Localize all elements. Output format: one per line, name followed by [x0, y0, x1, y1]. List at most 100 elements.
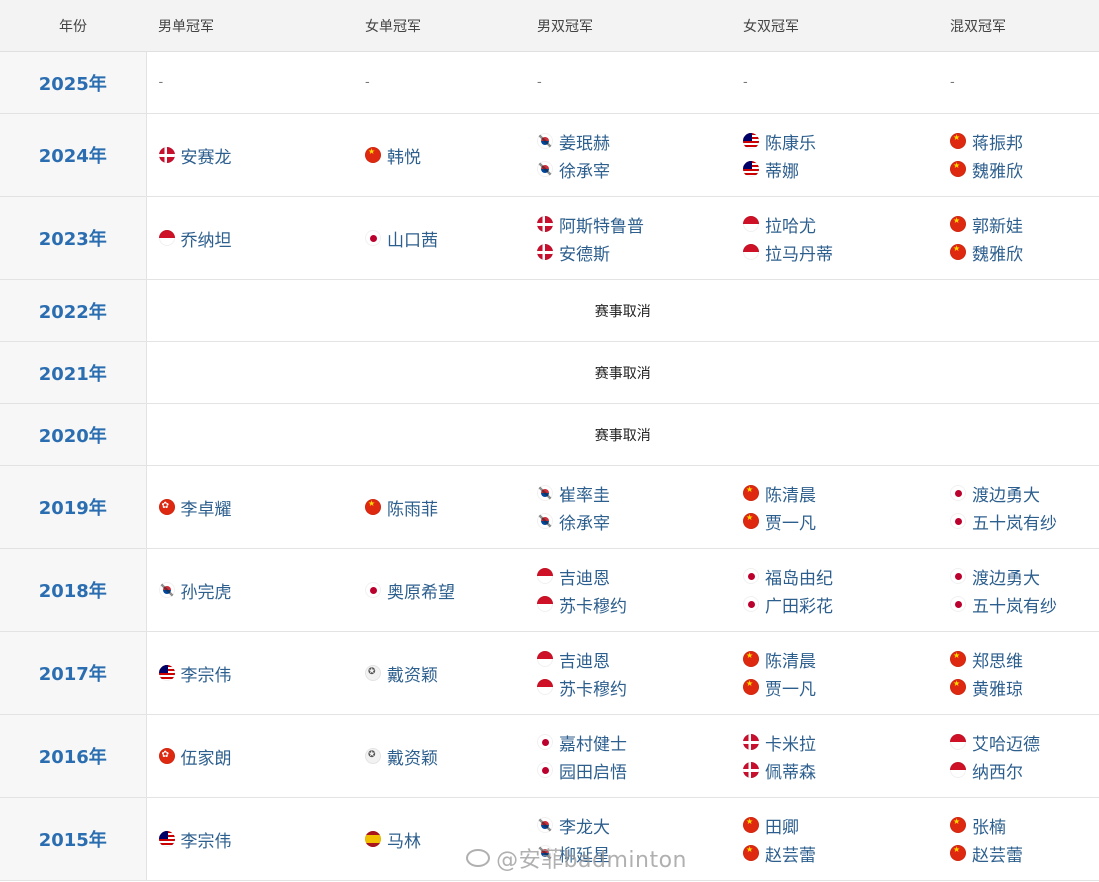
player-name[interactable]: 李宗伟 — [181, 827, 232, 852]
player-name[interactable]: 渡边勇大 — [972, 564, 1040, 589]
player-name[interactable]: 苏卡穆约 — [559, 675, 627, 700]
player-entry: 嘉村健士 — [537, 728, 731, 756]
player-name[interactable]: 贾一凡 — [765, 675, 816, 700]
player-name[interactable]: 福岛由纪 — [765, 564, 833, 589]
player-name[interactable]: 赵芸蕾 — [765, 841, 816, 866]
player-name[interactable]: 李龙大 — [559, 813, 610, 838]
header-mens-doubles: 男双冠军 — [525, 0, 731, 52]
player-name[interactable]: 戴资颖 — [387, 744, 438, 769]
player-name[interactable]: 孙完虎 — [181, 578, 232, 603]
year-cell: 2015年 — [0, 797, 147, 881]
player-name[interactable]: 陈雨菲 — [387, 495, 438, 520]
player-name[interactable]: 嘉村健士 — [559, 730, 627, 755]
flag-kr-icon — [537, 133, 553, 149]
player-name[interactable]: 奥原希望 — [387, 578, 455, 603]
flag-id-icon — [537, 568, 553, 584]
player-name[interactable]: 纳西尔 — [972, 758, 1023, 783]
player-name[interactable]: 李卓耀 — [181, 495, 232, 520]
champions-table: 年份 男单冠军 女单冠军 男双冠军 女双冠军 混双冠军 2025年 - - - - - 20… — [0, 0, 1099, 881]
player-entry: 贾一凡 — [743, 507, 938, 535]
player-name[interactable]: 崔率圭 — [559, 481, 610, 506]
player-name[interactable]: 佩蒂森 — [765, 758, 816, 783]
womens-doubles-empty: - — [731, 51, 938, 114]
player-name[interactable]: 姜珉赫 — [559, 129, 610, 154]
flag-cn-icon — [950, 216, 966, 232]
player-name[interactable]: 安赛龙 — [181, 143, 232, 168]
flag-cn-icon — [365, 147, 381, 163]
player-name[interactable]: 伍家朗 — [181, 744, 232, 769]
mens-doubles-cell: 姜珉赫 徐承宰 — [525, 113, 731, 197]
player-entry: 李卓耀 — [158, 493, 354, 521]
player-name[interactable]: 田卿 — [765, 813, 799, 838]
flag-cn-icon — [950, 651, 966, 667]
player-name[interactable]: 贾一凡 — [765, 509, 816, 534]
flag-id-icon — [950, 762, 966, 778]
player-name[interactable]: 吉迪恩 — [559, 647, 610, 672]
player-name[interactable]: 蒂娜 — [765, 157, 799, 182]
player-name[interactable]: 渡边勇大 — [972, 481, 1040, 506]
player-name[interactable]: 韩悦 — [387, 143, 421, 168]
player-entry: 魏雅欣 — [950, 238, 1099, 266]
mens-singles-cell: 安赛龙 — [146, 113, 354, 197]
player-entry: 蒋振邦 — [950, 127, 1099, 155]
player-name[interactable]: 郑思维 — [972, 647, 1023, 672]
player-name[interactable]: 张楠 — [972, 813, 1006, 838]
player-name[interactable]: 马林 — [387, 827, 421, 852]
player-entry: 园田启悟 — [537, 756, 731, 784]
womens-doubles-cell: 陈清晨贾一凡 — [731, 465, 938, 549]
player-entry: 姜珉赫 — [537, 127, 731, 155]
player-entry: 安赛龙 — [158, 141, 354, 169]
table-row: 2025年 - - - - - — [0, 51, 1099, 114]
player-name[interactable]: 戴资颖 — [387, 661, 438, 686]
player-name[interactable]: 苏卡穆约 — [559, 592, 627, 617]
player-name[interactable]: 陈清晨 — [765, 647, 816, 672]
player-name[interactable]: 五十岚有纱 — [972, 509, 1057, 534]
flag-id-icon — [950, 734, 966, 750]
player-entry: 李宗伟 — [158, 659, 354, 687]
player-name[interactable]: 拉马丹蒂 — [765, 240, 833, 265]
player-entry: 安德斯 — [537, 238, 731, 266]
flag-jp-icon — [950, 513, 966, 529]
player-entry: 崔率圭 — [537, 479, 731, 507]
womens-doubles-cell: 陈康乐 蒂娜 — [731, 113, 938, 197]
player-name[interactable]: 魏雅欣 — [972, 157, 1023, 182]
player-name[interactable]: 安德斯 — [559, 240, 610, 265]
player-name[interactable]: 魏雅欣 — [972, 240, 1023, 265]
player-name[interactable]: 阿斯特鲁普 — [559, 212, 644, 237]
table-header: 年份 男单冠军 女单冠军 男双冠军 女双冠军 混双冠军 — [0, 0, 1099, 52]
flag-jp-icon — [537, 762, 553, 778]
flag-cn-icon — [950, 817, 966, 833]
player-name[interactable]: 拉哈尤 — [765, 212, 816, 237]
player-name[interactable]: 李宗伟 — [181, 661, 232, 686]
table-row: 2018年 孙完虎 奥原希望 吉迪恩 苏卡穆约 福岛由纪 广田彩花 渡边勇大 五十岚有纱 — [0, 548, 1099, 632]
player-name[interactable]: 徐承宰 — [559, 157, 610, 182]
mixed-doubles-cell: 张楠赵芸蕾 — [938, 797, 1099, 881]
player-name[interactable]: 郭新娃 — [972, 212, 1023, 237]
womens-singles-empty: - — [353, 51, 525, 114]
player-name[interactable]: 乔纳坦 — [181, 226, 232, 251]
player-entry: 五十岚有纱 — [950, 507, 1099, 535]
player-name[interactable]: 徐承宰 — [559, 509, 610, 534]
mens-doubles-empty: - — [525, 51, 731, 114]
player-name[interactable]: 赵芸蕾 — [972, 841, 1023, 866]
table-row: 2016年伍家朗戴资颖嘉村健士园田启悟卡米拉佩蒂森艾哈迈德纳西尔 — [0, 714, 1099, 798]
player-name[interactable]: 山口茜 — [387, 226, 438, 251]
flag-jp-icon — [743, 568, 759, 584]
player-name[interactable]: 广田彩花 — [765, 592, 833, 617]
player-name[interactable]: 蒋振邦 — [972, 129, 1023, 154]
flag-cn-icon — [950, 133, 966, 149]
player-name[interactable]: 卡米拉 — [765, 730, 816, 755]
player-name[interactable]: 艾哈迈德 — [972, 730, 1040, 755]
flag-hk-icon — [158, 748, 175, 764]
flag-kr-icon — [537, 161, 553, 177]
mixed-doubles-cell: 艾哈迈德 纳西尔 — [938, 714, 1099, 798]
player-name[interactable]: 黄雅琼 — [972, 675, 1023, 700]
player-name[interactable]: 五十岚有纱 — [972, 592, 1057, 617]
player-name[interactable]: 陈清晨 — [765, 481, 816, 506]
player-entry: 陈雨菲 — [365, 493, 525, 521]
player-name[interactable]: 吉迪恩 — [559, 564, 610, 589]
player-name[interactable]: 陈康乐 — [765, 129, 816, 154]
player-entry: 黄雅琼 — [950, 673, 1099, 701]
watermark: @安菲badminton — [466, 842, 687, 874]
player-name[interactable]: 园田启悟 — [559, 758, 627, 783]
